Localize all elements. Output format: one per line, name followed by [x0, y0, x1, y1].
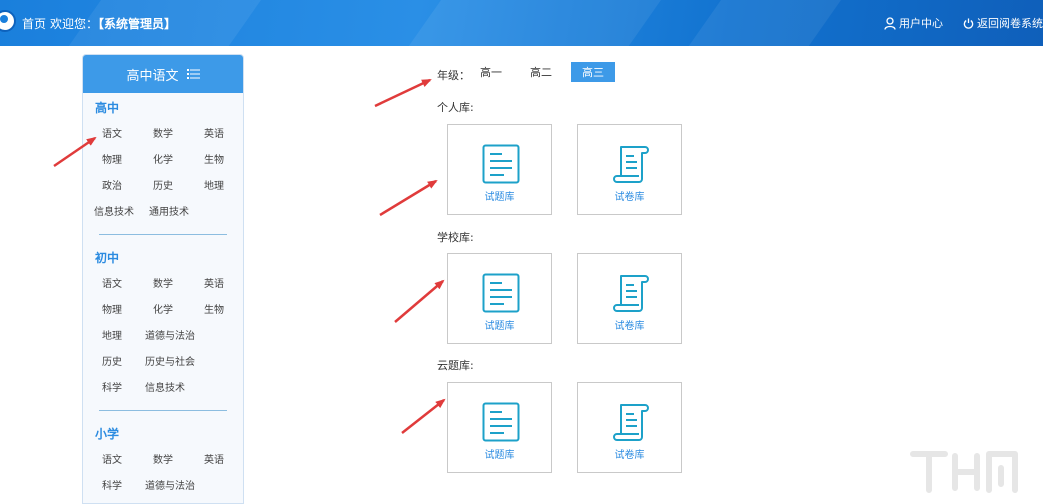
- subject-item[interactable]: 信息技术: [145, 379, 185, 394]
- topbar-decoration: [658, 0, 862, 46]
- subject-item[interactable]: 物理: [102, 301, 122, 316]
- subject-item[interactable]: 信息技术: [94, 203, 134, 218]
- section-divider: [99, 234, 227, 235]
- subject-item[interactable]: 生物: [204, 301, 224, 316]
- subject-item[interactable]: 历史: [153, 177, 173, 192]
- sidebar-header[interactable]: 高中语文: [83, 55, 243, 93]
- user-center-label: 用户中心: [899, 15, 943, 31]
- grade-option-2[interactable]: 高二: [522, 62, 560, 82]
- subject-item[interactable]: 英语: [204, 451, 224, 466]
- annotation-arrow: [380, 181, 436, 215]
- card-label: 试卷库: [578, 317, 681, 332]
- library-title-cloud: 云题库:: [437, 357, 474, 373]
- subject-item[interactable]: 地理: [102, 327, 122, 342]
- subject-item[interactable]: 道德与法治: [145, 327, 195, 342]
- subject-item[interactable]: 道德与法治: [145, 477, 195, 492]
- user-center-link[interactable]: 用户中心: [884, 15, 943, 31]
- grade-option-1[interactable]: 高一: [472, 62, 510, 82]
- welcome-text: 欢迎您：【系统管理员】: [50, 15, 176, 32]
- exit-label: 返回阅卷系统: [977, 15, 1043, 31]
- grade-option-3-selected[interactable]: 高三: [571, 62, 615, 82]
- library-title-school: 学校库:: [437, 229, 474, 245]
- section-title-high-school: 高中: [95, 99, 119, 116]
- subject-item[interactable]: 语文: [102, 451, 122, 466]
- annotation-arrow: [402, 400, 444, 433]
- subject-item[interactable]: 生物: [204, 151, 224, 166]
- card-label: 试题库: [448, 317, 551, 332]
- power-icon: [963, 18, 974, 29]
- question-list-icon: [482, 273, 520, 313]
- user-icon: [884, 17, 896, 30]
- scroll-document-icon: [612, 402, 650, 442]
- subject-item[interactable]: 英语: [204, 275, 224, 290]
- subject-item[interactable]: 通用技术: [149, 203, 189, 218]
- welcome-prefix: 欢迎您：: [50, 17, 98, 31]
- question-bank-card[interactable]: 试题库: [447, 253, 552, 344]
- subject-item[interactable]: 英语: [204, 125, 224, 140]
- exam-paper-bank-card[interactable]: 试卷库: [577, 382, 682, 473]
- subject-item[interactable]: 语文: [102, 125, 122, 140]
- sidebar-title: 高中语文: [126, 65, 178, 84]
- subject-item[interactable]: 历史: [102, 353, 122, 368]
- exit-link[interactable]: 返回阅卷系统: [963, 15, 1043, 31]
- subject-item[interactable]: 历史与社会: [145, 353, 195, 368]
- subject-item[interactable]: 数学: [153, 125, 173, 140]
- library-title-personal: 个人库:: [437, 99, 474, 115]
- avatar[interactable]: [0, 10, 16, 32]
- subject-item[interactable]: 科学: [102, 477, 122, 492]
- scroll-document-icon: [612, 144, 650, 184]
- question-list-icon: [482, 144, 520, 184]
- subject-item[interactable]: 化学: [153, 151, 173, 166]
- grade-label: 年级：: [437, 67, 470, 83]
- subject-item[interactable]: 地理: [204, 177, 224, 192]
- home-link[interactable]: 首页: [22, 15, 46, 32]
- subject-item[interactable]: 物理: [102, 151, 122, 166]
- scroll-document-icon: [612, 273, 650, 313]
- annotation-arrow: [375, 80, 430, 106]
- watermark-logo: [905, 444, 1035, 496]
- section-title-middle-school: 初中: [95, 249, 119, 266]
- card-label: 试卷库: [578, 188, 681, 203]
- menu-icon[interactable]: [187, 69, 200, 79]
- top-bar: 首页 欢迎您：【系统管理员】 用户中心 返回阅卷系统: [0, 0, 1043, 46]
- subject-item[interactable]: 数学: [153, 451, 173, 466]
- subject-item[interactable]: 化学: [153, 301, 173, 316]
- exam-paper-bank-card[interactable]: 试卷库: [577, 253, 682, 344]
- subject-item[interactable]: 语文: [102, 275, 122, 290]
- card-label: 试题库: [448, 188, 551, 203]
- topbar-decoration: [378, 0, 682, 46]
- subject-item[interactable]: 科学: [102, 379, 122, 394]
- section-title-primary-school: 小学: [95, 425, 119, 442]
- section-divider: [99, 410, 227, 411]
- question-bank-card[interactable]: 试题库: [447, 382, 552, 473]
- exam-paper-bank-card[interactable]: 试卷库: [577, 124, 682, 215]
- question-list-icon: [482, 402, 520, 442]
- annotation-arrow: [395, 281, 443, 322]
- subject-sidebar: 高中语文 高中 语文 数学 英语 物理 化学 生物 政治 历史 地理 信息技术 …: [82, 54, 244, 504]
- subject-item[interactable]: 数学: [153, 275, 173, 290]
- card-label: 试题库: [448, 446, 551, 461]
- card-label: 试卷库: [578, 446, 681, 461]
- user-role: 【系统管理员】: [98, 17, 176, 31]
- subject-item[interactable]: 政治: [102, 177, 122, 192]
- question-bank-card[interactable]: 试题库: [447, 124, 552, 215]
